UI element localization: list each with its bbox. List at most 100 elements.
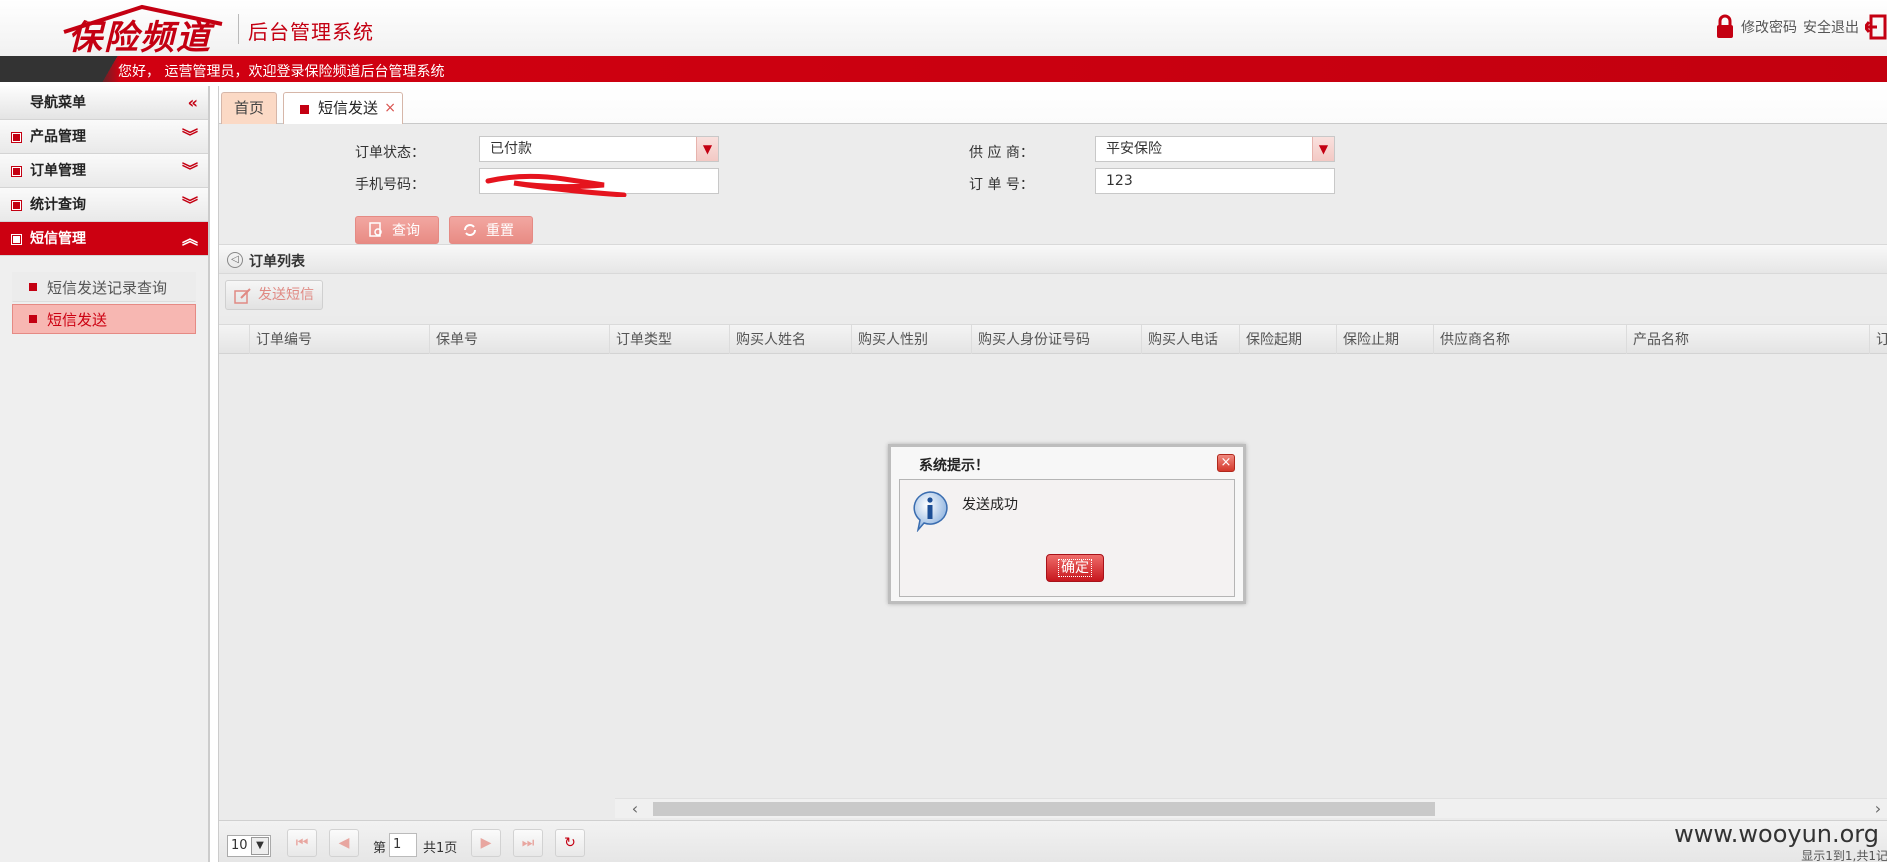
sidebar-item-label: 短信管理 xyxy=(30,231,86,247)
scroll-right-icon[interactable]: › xyxy=(1868,799,1887,819)
dialog-message: 发送成功 xyxy=(962,497,1018,513)
refresh-icon xyxy=(464,224,476,236)
scrollbar-thumb[interactable] xyxy=(653,802,1435,816)
order-no-label: 订 单 号： xyxy=(969,177,1034,193)
sidebar-item-sms-management[interactable]: 短信管理 ︽ xyxy=(0,222,208,256)
column-header[interactable]: 购买人身份证号码 xyxy=(971,325,1141,355)
pagination-bar: 10 ▼ ⏮ ◀ 第 1 共1页 ▶ ⏭ ↻ 显示1到1,共1记 xyxy=(219,820,1887,862)
info-icon xyxy=(913,491,948,532)
column-header[interactable]: 保险止期 xyxy=(1336,325,1433,355)
close-icon[interactable]: × xyxy=(1217,454,1235,472)
refresh-icon[interactable]: ↻ xyxy=(555,829,585,857)
search-panel: 订单状态： 已付款 ▼ 供 应 商： 平安保险 ▼ 手机号码： 订 单 号： 1… xyxy=(219,124,1887,244)
welcome-text: 您好， 运营管理员，欢迎登录保险频道后台管理系统 xyxy=(118,64,445,80)
submenu-item-sms-send[interactable]: 短信发送 xyxy=(12,304,196,334)
send-sms-button[interactable]: 发送短信 xyxy=(225,280,323,310)
logo-divider xyxy=(238,14,239,44)
column-header[interactable]: 保险起期 xyxy=(1239,325,1336,355)
page-prefix: 第 xyxy=(373,841,387,856)
query-button-label: 查询 xyxy=(392,223,420,239)
chevron-down-icon[interactable]: ▼ xyxy=(696,137,718,161)
chevron-down-icon[interactable]: ︾ xyxy=(182,120,198,154)
horizontal-scrollbar[interactable]: ‹ › xyxy=(615,798,1887,818)
change-password-link[interactable]: 修改密码 xyxy=(1741,17,1797,37)
prev-page-button[interactable]: ◀ xyxy=(329,829,359,857)
page-size-select[interactable]: 10 ▼ xyxy=(227,835,271,857)
column-header[interactable]: 订单类型 xyxy=(609,325,729,355)
column-header[interactable]: 供应商名称 xyxy=(1433,325,1626,355)
logout-link[interactable]: 安全退出 xyxy=(1803,17,1859,37)
supplier-select[interactable]: 平安保险 ▼ xyxy=(1095,136,1335,162)
pager-info: 显示1到1,共1记 xyxy=(1801,849,1887,862)
edit-icon xyxy=(234,288,251,304)
tab-sms-send[interactable]: 短信发送 × xyxy=(283,92,404,125)
column-header[interactable]: 购买人性别 xyxy=(851,325,971,355)
submenu-item-sms-records[interactable]: 短信发送记录查询 xyxy=(12,272,196,302)
confirm-button[interactable]: 确定 xyxy=(1046,554,1104,582)
phone-input[interactable] xyxy=(479,168,719,197)
nav-menu-title-label: 导航菜单 xyxy=(30,95,86,111)
column-header[interactable]: 订 xyxy=(1869,325,1887,355)
collapse-sidebar-icon[interactable]: « xyxy=(188,86,198,120)
exit-icon[interactable] xyxy=(1865,14,1887,40)
next-page-button[interactable]: ▶ xyxy=(471,829,501,857)
reset-button[interactable]: 重置 xyxy=(449,216,533,244)
sidebar-item-label: 订单管理 xyxy=(30,163,86,179)
reset-button-label: 重置 xyxy=(486,223,514,239)
system-title: 后台管理系统 xyxy=(248,20,374,44)
chevron-up-icon[interactable]: ︽ xyxy=(182,222,198,256)
first-page-button[interactable]: ⏮ xyxy=(287,829,317,857)
sidebar-item-order-management[interactable]: 订单管理 ︾ xyxy=(0,154,208,188)
bullet-icon xyxy=(12,167,21,176)
sidebar: 导航菜单 « 产品管理 ︾ 订单管理 ︾ 统计查询 ︾ 短信管理 ︽ 短信发送记… xyxy=(0,86,210,862)
page-total: 共1页 xyxy=(423,841,458,856)
query-button[interactable]: 查询 xyxy=(355,216,439,244)
sidebar-item-label: 产品管理 xyxy=(30,129,86,145)
header-actions: 修改密码 安全退出 xyxy=(1715,14,1887,40)
logo: 保险频道 xyxy=(68,18,212,58)
chevron-down-icon[interactable]: ▼ xyxy=(251,837,269,855)
send-sms-label: 发送短信 xyxy=(258,287,314,303)
order-status-select[interactable]: 已付款 ▼ xyxy=(479,136,719,162)
sidebar-item-product-management[interactable]: 产品管理 ︾ xyxy=(0,120,208,154)
bullet-icon xyxy=(12,235,21,244)
column-header[interactable]: 保单号 xyxy=(429,325,609,355)
search-icon xyxy=(369,222,382,237)
supplier-label: 供 应 商： xyxy=(969,145,1034,161)
bullet-icon xyxy=(29,315,37,323)
close-tab-icon[interactable]: × xyxy=(384,93,396,123)
page-number-input[interactable]: 1 xyxy=(389,833,417,857)
tab-home[interactable]: 首页 xyxy=(221,92,278,124)
dialog-body: 发送成功 确定 xyxy=(899,479,1235,597)
last-page-button[interactable]: ⏭ xyxy=(513,829,543,857)
chevron-down-icon[interactable]: ︾ xyxy=(182,188,198,222)
lock-icon xyxy=(1717,14,1733,38)
column-header[interactable]: 购买人姓名 xyxy=(729,325,851,355)
order-list-header: ◁ 订单列表 xyxy=(219,244,1887,274)
bullet-icon xyxy=(12,133,21,142)
sidebar-item-statistics[interactable]: 统计查询 ︾ xyxy=(0,188,208,222)
redaction-scribble xyxy=(485,173,627,197)
submenu-item-label: 短信发送记录查询 xyxy=(47,279,168,297)
chevron-down-icon[interactable]: ▼ xyxy=(1312,137,1334,161)
dialog-title: 系统提示！ xyxy=(919,458,989,474)
header: 保险频道 后台管理系统 修改密码 安全退出 xyxy=(0,0,1887,58)
confirm-button-label: 确定 xyxy=(1058,559,1092,577)
chevron-down-icon[interactable]: ︾ xyxy=(182,154,198,188)
phone-label: 手机号码： xyxy=(355,177,425,193)
collapse-panel-icon[interactable]: ◁ xyxy=(227,252,243,268)
tab-bar: 首页 短信发送 × xyxy=(219,86,1887,125)
column-header[interactable]: 产品名称 xyxy=(1626,325,1869,355)
nav-menu-title: 导航菜单 « xyxy=(0,86,208,120)
column-header[interactable]: 订单编号 xyxy=(249,325,429,355)
watermark: www.wooyun.org xyxy=(1674,820,1879,848)
order-no-input[interactable]: 123 xyxy=(1095,168,1335,194)
scroll-left-icon[interactable]: ‹ xyxy=(625,799,645,819)
column-header[interactable]: 购买人电话 xyxy=(1141,325,1239,355)
order-list-title: 订单列表 xyxy=(249,254,305,270)
page-size-value: 10 xyxy=(231,838,248,853)
order-status-label: 订单状态： xyxy=(355,145,425,161)
order-no-value: 123 xyxy=(1106,173,1133,189)
submenu-item-label: 短信发送 xyxy=(47,311,108,329)
system-prompt-dialog: 系统提示！ × 发送成功 确定 xyxy=(888,444,1246,604)
